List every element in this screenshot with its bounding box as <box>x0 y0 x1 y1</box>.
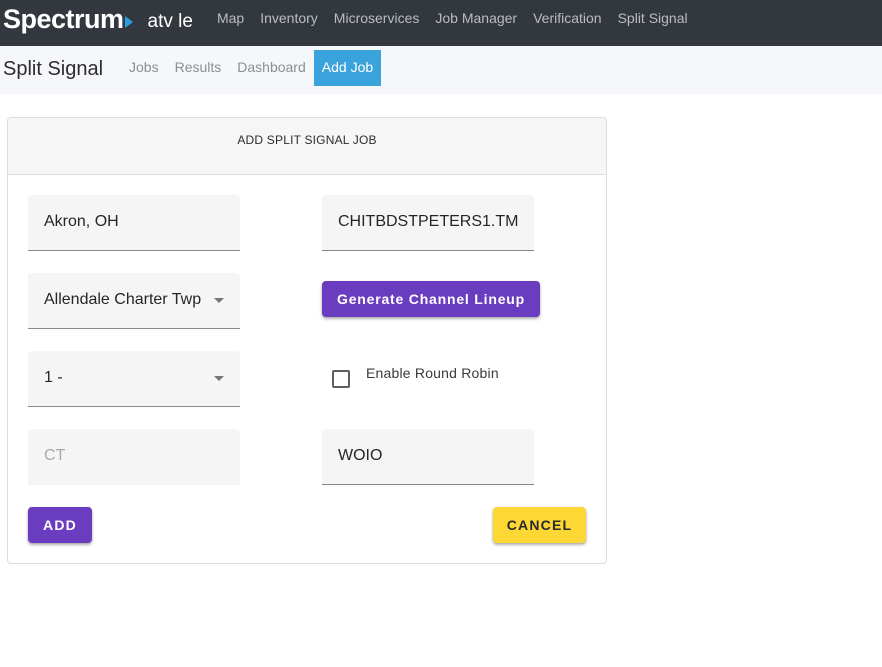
sub-tabs: Jobs Results Dashboard Add Job <box>121 50 382 86</box>
card-title: ADD SPLIT SIGNAL JOB <box>8 118 606 175</box>
nav-job-manager[interactable]: Job Manager <box>435 10 517 26</box>
round-robin-label: Enable Round Robin <box>366 365 499 381</box>
brand[interactable]: Spectrum atv le <box>3 0 193 46</box>
call-sign-value: WOIO <box>338 447 383 464</box>
cancel-button[interactable]: CANCEL <box>493 507 586 543</box>
round-robin-row: Enable Round Robin <box>332 358 499 388</box>
timezone-field: CT <box>28 429 240 485</box>
top-navbar: Spectrum atv le Map Inventory Microservi… <box>0 0 882 46</box>
main-nav: Map Inventory Microservices Job Manager … <box>217 10 704 26</box>
option-select[interactable]: 1 - <box>28 351 240 407</box>
option-value: 1 - <box>44 369 63 386</box>
round-robin-checkbox[interactable] <box>332 370 350 388</box>
headend-field[interactable]: CHITBDSTPETERS1.TMC <box>322 195 534 251</box>
headend-value: CHITBDSTPETERS1.TMC <box>338 213 518 230</box>
nav-map[interactable]: Map <box>217 10 244 26</box>
play-arrow-icon <box>124 15 133 28</box>
market-field[interactable]: Akron, OH <box>28 195 240 251</box>
community-value: Allendale Charter Twp <box>44 291 202 308</box>
timezone-value: CT <box>44 447 66 464</box>
tab-dashboard[interactable]: Dashboard <box>229 50 314 86</box>
market-value: Akron, OH <box>44 213 119 230</box>
app-name: atv le <box>147 11 193 32</box>
tab-jobs[interactable]: Jobs <box>121 50 167 86</box>
nav-split-signal[interactable]: Split Signal <box>618 10 688 26</box>
add-job-card: ADD SPLIT SIGNAL JOB Akron, OH CHITBDSTP… <box>7 117 607 564</box>
community-select[interactable]: Allendale Charter Twp <box>28 273 240 329</box>
nav-verification[interactable]: Verification <box>533 10 601 26</box>
nav-inventory[interactable]: Inventory <box>260 10 318 26</box>
spectrum-logo: Spectrum <box>3 3 124 34</box>
nav-microservices[interactable]: Microservices <box>334 10 420 26</box>
call-sign-field[interactable]: WOIO <box>322 429 534 485</box>
tab-results[interactable]: Results <box>167 50 230 86</box>
dropdown-arrow-icon <box>214 298 224 303</box>
sub-navbar: Split Signal Jobs Results Dashboard Add … <box>0 46 882 94</box>
dropdown-arrow-icon <box>214 376 224 381</box>
page-title: Split Signal <box>3 58 104 80</box>
generate-channel-lineup-button[interactable]: Generate Channel Lineup <box>322 281 540 317</box>
tab-add-job[interactable]: Add Job <box>313 50 382 86</box>
add-button[interactable]: ADD <box>28 507 92 543</box>
